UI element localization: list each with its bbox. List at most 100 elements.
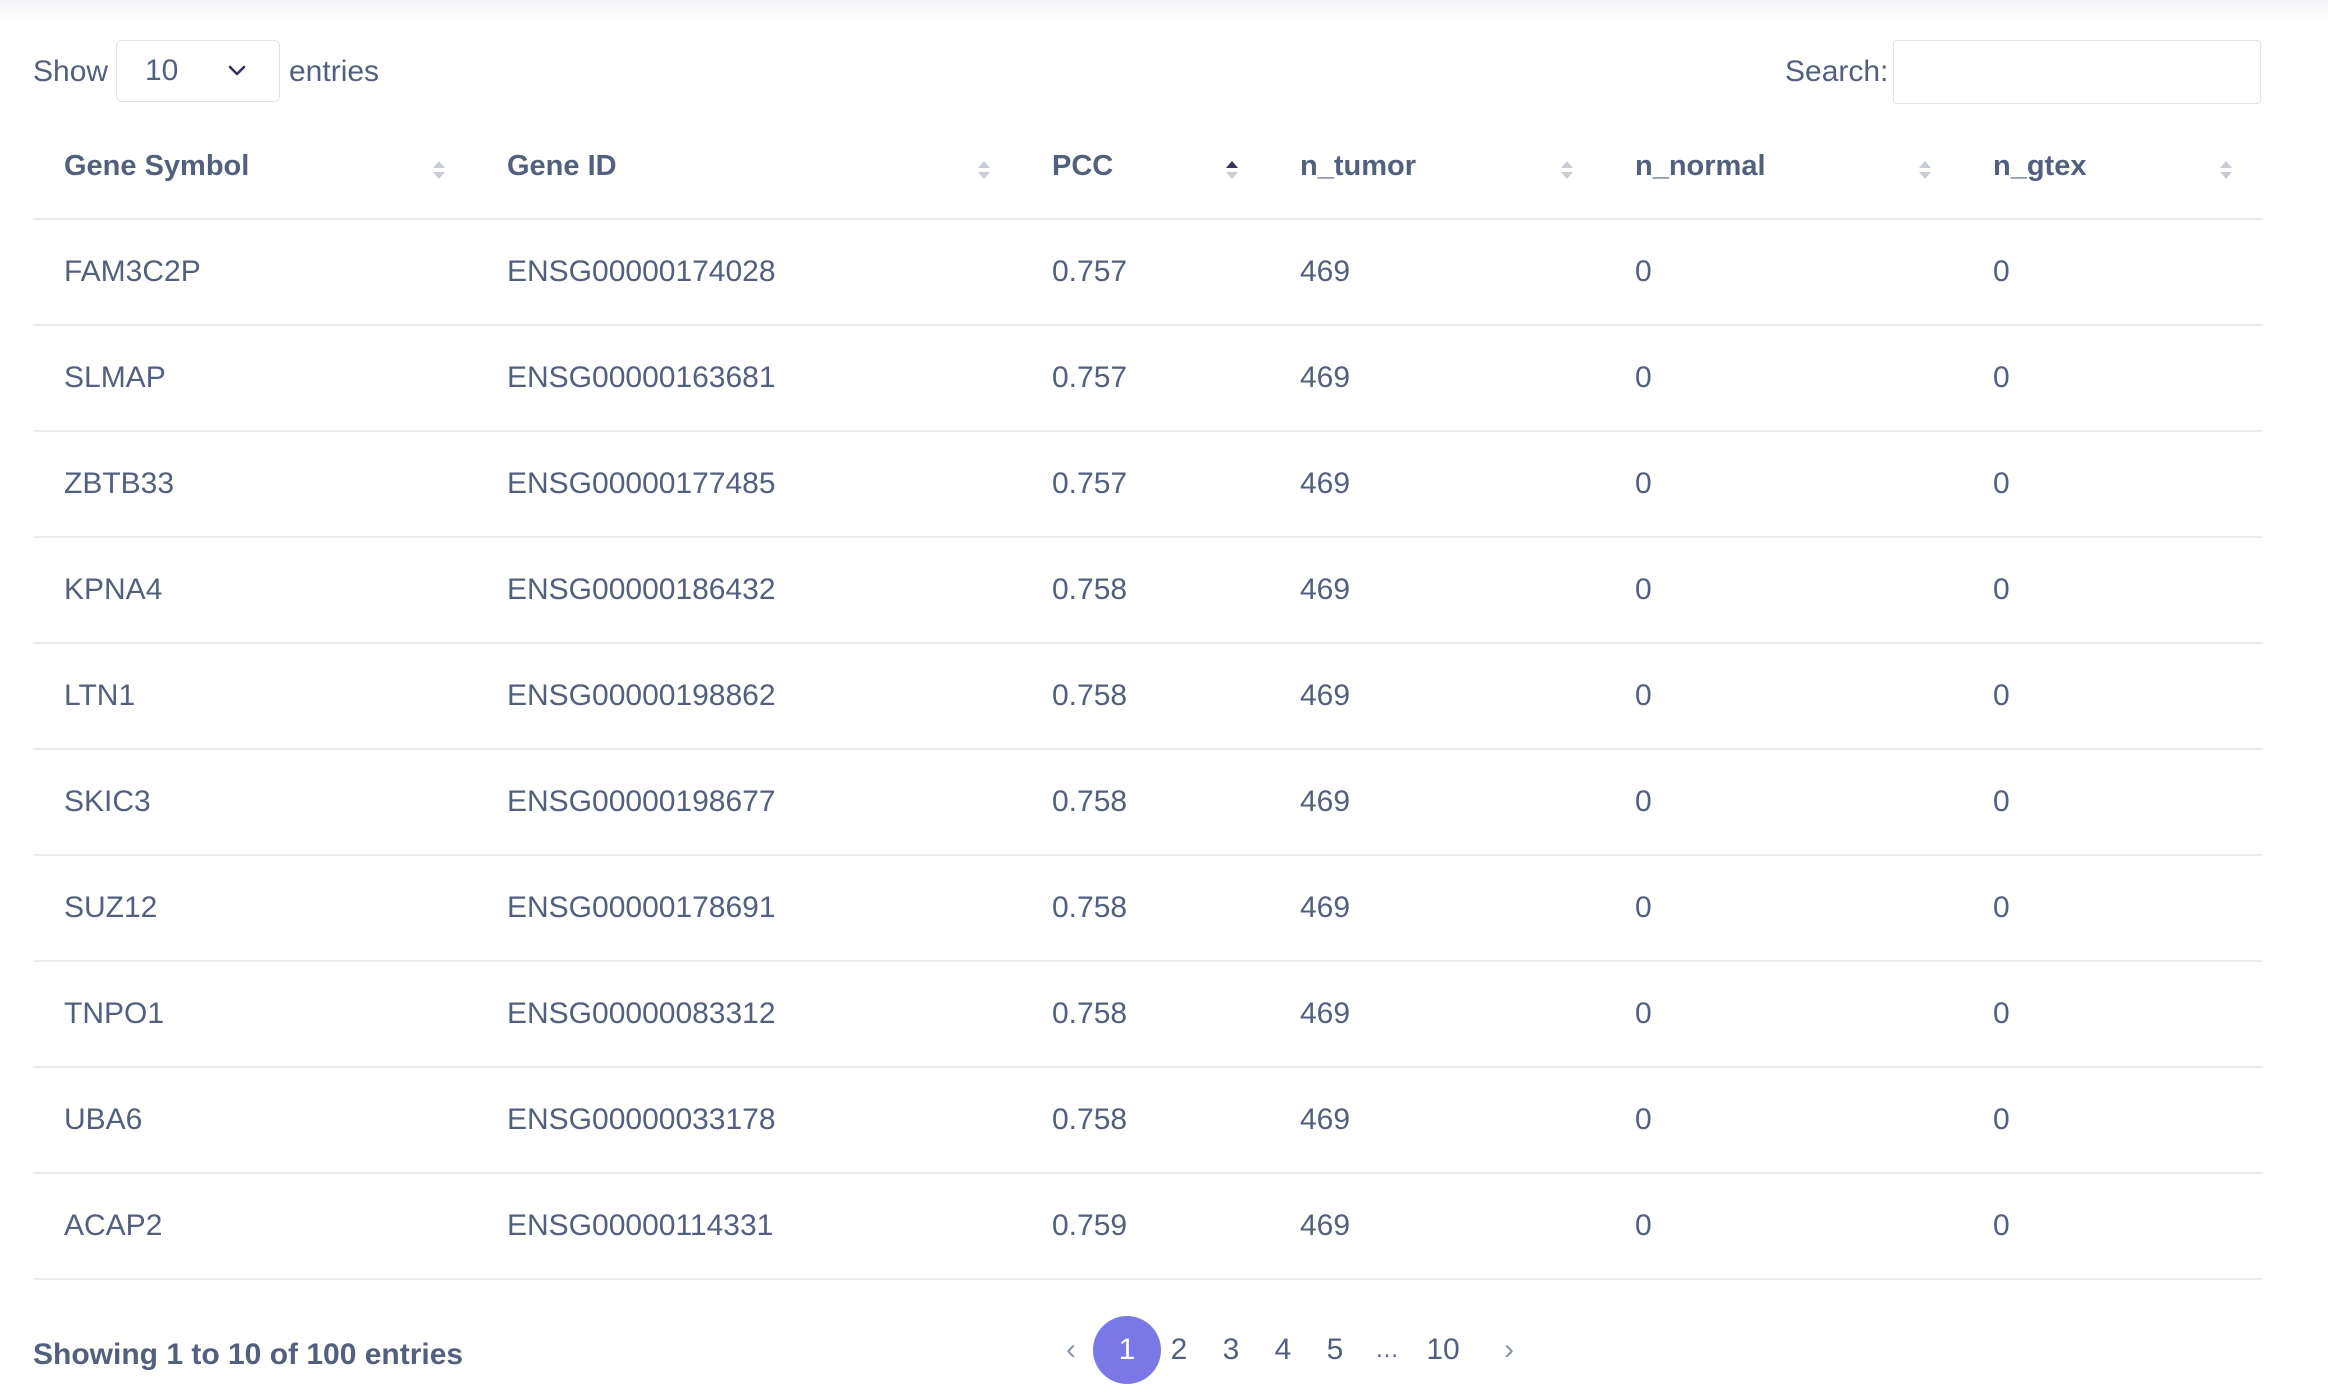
cell-gene-symbol: ACAP2 [33,1173,476,1280]
cell-gene-id: ENSG00000083312 [476,961,1021,1068]
cell-n-normal: 0 [1604,643,1962,750]
cell-gene-id: ENSG00000198862 [476,643,1021,750]
cell-gene-id: ENSG00000033178 [476,1067,1021,1174]
table-body: FAM3C2P ENSG00000174028 0.757 469 0 0 SLMAP ENS… [33,219,2263,1280]
table-row: KPNA4 ENSG00000186432 0.758 469 0 0 [33,537,2263,644]
cell-n-normal: 0 [1604,325,1962,432]
column-header-label: Gene Symbol [64,150,250,182]
cell-pcc: 0.758 [1021,1067,1269,1174]
cell-gene-symbol: UBA6 [33,1067,476,1174]
cell-n-tumor: 469 [1269,643,1604,750]
cell-pcc: 0.759 [1021,1173,1269,1280]
cell-gene-symbol: FAM3C2P [33,219,476,326]
cell-n-gtex: 0 [1962,219,2263,326]
cell-n-tumor: 469 [1269,1067,1604,1174]
table-controls: Show 10 entries Search: [33,40,2263,104]
cell-gene-symbol: SUZ12 [33,855,476,962]
table-row: TNPO1 ENSG00000083312 0.758 469 0 0 [33,961,2263,1068]
entries-per-page-select[interactable]: 10 [116,40,280,102]
cell-gene-symbol: TNPO1 [33,961,476,1068]
cell-gene-symbol: SLMAP [33,325,476,432]
cell-n-normal: 0 [1604,855,1962,962]
column-header-n-gtex[interactable]: n_gtex [1962,115,2263,220]
cell-n-normal: 0 [1604,431,1962,538]
table-row: SUZ12 ENSG00000178691 0.758 469 0 0 [33,855,2263,962]
cell-n-gtex: 0 [1962,1067,2263,1174]
cell-pcc: 0.758 [1021,643,1269,750]
cell-pcc: 0.758 [1021,855,1269,962]
search-input[interactable] [1893,40,2261,104]
table-row: SKIC3 ENSG00000198677 0.758 469 0 0 [33,749,2263,856]
cell-gene-id: ENSG00000186432 [476,537,1021,644]
cell-gene-symbol: LTN1 [33,643,476,750]
cell-n-tumor: 469 [1269,961,1604,1068]
sort-icon [978,161,990,179]
sort-icon [433,161,445,179]
cell-n-gtex: 0 [1962,749,2263,856]
cell-gene-id: ENSG00000174028 [476,219,1021,326]
cell-n-normal: 0 [1604,1173,1962,1280]
cell-n-normal: 0 [1604,749,1962,856]
table-row: ACAP2 ENSG00000114331 0.759 469 0 0 [33,1173,2263,1280]
show-label: Show [33,55,109,88]
cell-n-tumor: 469 [1269,537,1604,644]
cell-n-tumor: 469 [1269,431,1604,538]
cell-pcc: 0.757 [1021,219,1269,326]
cell-n-tumor: 469 [1269,219,1604,326]
table-row: UBA6 ENSG00000033178 0.758 469 0 0 [33,1067,2263,1174]
cell-gene-id: ENSG00000177485 [476,431,1021,538]
cell-n-gtex: 0 [1962,643,2263,750]
chevron-down-icon [228,65,246,76]
table-header-row: Gene Symbol Gene ID PCC n_tumor n_normal n_gt… [33,115,2263,220]
cell-gene-id: ENSG00000178691 [476,855,1021,962]
cell-n-gtex: 0 [1962,855,2263,962]
cell-n-gtex: 0 [1962,431,2263,538]
cell-n-normal: 0 [1604,537,1962,644]
table-row: SLMAP ENSG00000163681 0.757 469 0 0 [33,325,2263,432]
table-row: FAM3C2P ENSG00000174028 0.757 469 0 0 [33,219,2263,326]
search-label: Search: [1785,55,1889,88]
cell-pcc: 0.757 [1021,431,1269,538]
column-header-label: n_gtex [1993,150,2087,182]
column-header-gene-id[interactable]: Gene ID [476,115,1021,220]
cell-gene-id: ENSG00000163681 [476,325,1021,432]
pagination: ‹ 1 2 3 4 5… 10 › [33,1316,2263,1384]
cell-pcc: 0.757 [1021,325,1269,432]
cell-n-normal: 0 [1604,219,1962,326]
cell-n-gtex: 0 [1962,537,2263,644]
column-header-label: n_normal [1635,150,1766,182]
cell-gene-symbol: SKIC3 [33,749,476,856]
cell-n-normal: 0 [1604,961,1962,1068]
cell-gene-symbol: ZBTB33 [33,431,476,538]
column-header-label: PCC [1052,150,1114,182]
cell-n-gtex: 0 [1962,325,2263,432]
cell-pcc: 0.758 [1021,749,1269,856]
cell-n-tumor: 469 [1269,855,1604,962]
column-header-pcc[interactable]: PCC [1021,115,1269,220]
table-row: LTN1 ENSG00000198862 0.758 469 0 0 [33,643,2263,750]
column-header-label: n_tumor [1300,150,1416,182]
cell-gene-id: ENSG00000198677 [476,749,1021,856]
cell-gene-symbol: KPNA4 [33,537,476,644]
cell-pcc: 0.758 [1021,537,1269,644]
entries-label: entries [289,55,380,88]
cell-n-gtex: 0 [1962,1173,2263,1280]
cell-gene-id: ENSG00000114331 [476,1173,1021,1280]
column-header-n-normal[interactable]: n_normal [1604,115,1962,220]
sort-ascending-icon [1226,161,1238,179]
cell-n-tumor: 469 [1269,325,1604,432]
table-row: ZBTB33 ENSG00000177485 0.757 469 0 0 [33,431,2263,538]
sort-icon [1561,161,1573,179]
column-header-gene-symbol[interactable]: Gene Symbol [33,115,476,220]
cell-pcc: 0.758 [1021,961,1269,1068]
cell-n-tumor: 469 [1269,749,1604,856]
chevron-right-icon[interactable]: › [1475,1316,1543,1384]
gene-table: Gene Symbol Gene ID PCC n_tumor n_normal n_gt… [33,115,2263,1280]
column-header-label: Gene ID [507,150,617,182]
cell-n-tumor: 469 [1269,1173,1604,1280]
sort-icon [1919,161,1931,179]
page-button-10[interactable]: 10 [1409,1316,1477,1384]
entries-per-page-value: 10 [145,54,179,87]
column-header-n-tumor[interactable]: n_tumor [1269,115,1604,220]
cell-n-gtex: 0 [1962,961,2263,1068]
